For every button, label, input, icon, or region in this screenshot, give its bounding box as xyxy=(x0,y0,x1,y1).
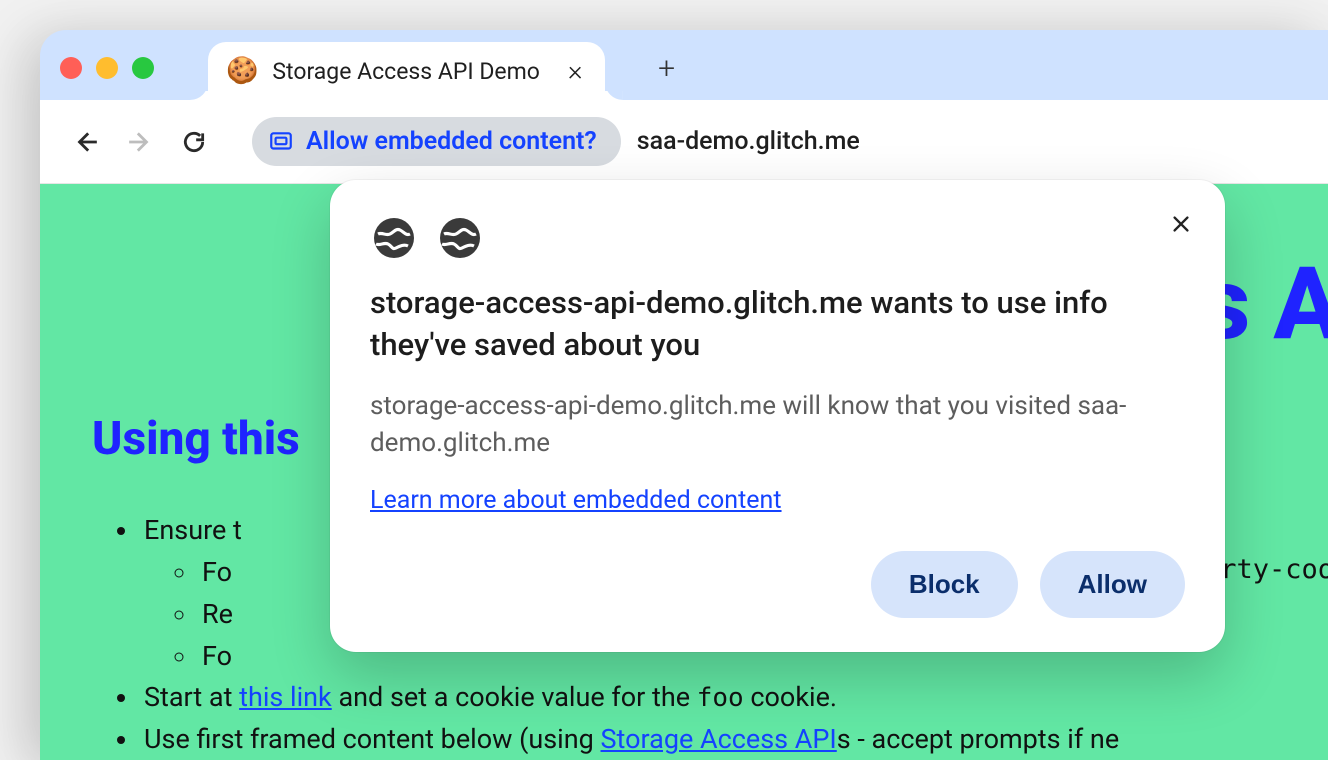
list-item: Use first framed content below (using St… xyxy=(140,719,1119,760)
back-button[interactable] xyxy=(64,120,108,164)
block-button[interactable]: Block xyxy=(871,551,1018,618)
permission-chip[interactable]: Allow embedded content? xyxy=(252,117,621,166)
storage-access-api-link[interactable]: Storage Access API xyxy=(601,723,837,755)
url-text: saa-demo.glitch.me xyxy=(637,127,860,156)
dialog-icons xyxy=(370,214,1185,262)
text: Start at xyxy=(144,681,239,713)
list-item: Start at this link and set a cookie valu… xyxy=(140,677,1119,719)
new-tab-button[interactable]: + xyxy=(649,50,685,86)
arrow-left-icon xyxy=(73,129,99,155)
section-heading: Using this xyxy=(92,412,300,466)
code: foo xyxy=(697,683,744,713)
dialog-actions: Block Allow xyxy=(370,551,1185,618)
text: cookie. xyxy=(744,681,837,713)
learn-more-link[interactable]: Learn more about embedded content xyxy=(370,486,782,515)
browser-window: 🍪 Storage Access API Demo × + Allow embe… xyxy=(40,30,1328,760)
dialog-close-button[interactable] xyxy=(1161,204,1201,244)
text: Re xyxy=(202,598,233,630)
forward-button[interactable] xyxy=(118,120,162,164)
window-close-button[interactable] xyxy=(60,57,82,79)
dialog-description: storage-access-api-demo.glitch.me will k… xyxy=(370,388,1185,462)
reload-icon xyxy=(181,129,207,155)
traffic-lights xyxy=(60,57,154,79)
embedded-content-icon xyxy=(268,129,294,155)
permission-dialog: storage-access-api-demo.glitch.me wants … xyxy=(330,180,1225,652)
globe-icon xyxy=(436,214,484,262)
globe-icon xyxy=(370,214,418,262)
text: Fo xyxy=(202,640,232,672)
text: and set a cookie value for the xyxy=(332,681,697,713)
arrow-right-icon xyxy=(127,129,153,155)
allow-button[interactable]: Allow xyxy=(1040,551,1185,618)
tab-strip: 🍪 Storage Access API Demo × + xyxy=(40,30,1328,100)
reload-button[interactable] xyxy=(172,120,216,164)
permission-chip-label: Allow embedded content? xyxy=(306,127,597,156)
text: Ensure t xyxy=(144,514,242,546)
this-link[interactable]: this link xyxy=(239,681,332,713)
text: s - accept prompts if ne xyxy=(837,723,1119,755)
text: Fo xyxy=(202,556,232,588)
tab-favicon: 🍪 xyxy=(226,58,258,84)
tab-title: Storage Access API Demo xyxy=(272,58,540,85)
browser-tab[interactable]: 🍪 Storage Access API Demo × xyxy=(208,42,605,100)
tab-close-button[interactable]: × xyxy=(568,57,583,85)
window-maximize-button[interactable] xyxy=(132,57,154,79)
close-icon xyxy=(1170,213,1192,235)
toolbar: Allow embedded content? saa-demo.glitch.… xyxy=(40,100,1328,184)
window-minimize-button[interactable] xyxy=(96,57,118,79)
dialog-title: storage-access-api-demo.glitch.me wants … xyxy=(370,282,1185,366)
omnibox[interactable]: Allow embedded content? saa-demo.glitch.… xyxy=(252,117,860,166)
text: Use first framed content below (using xyxy=(144,723,601,755)
